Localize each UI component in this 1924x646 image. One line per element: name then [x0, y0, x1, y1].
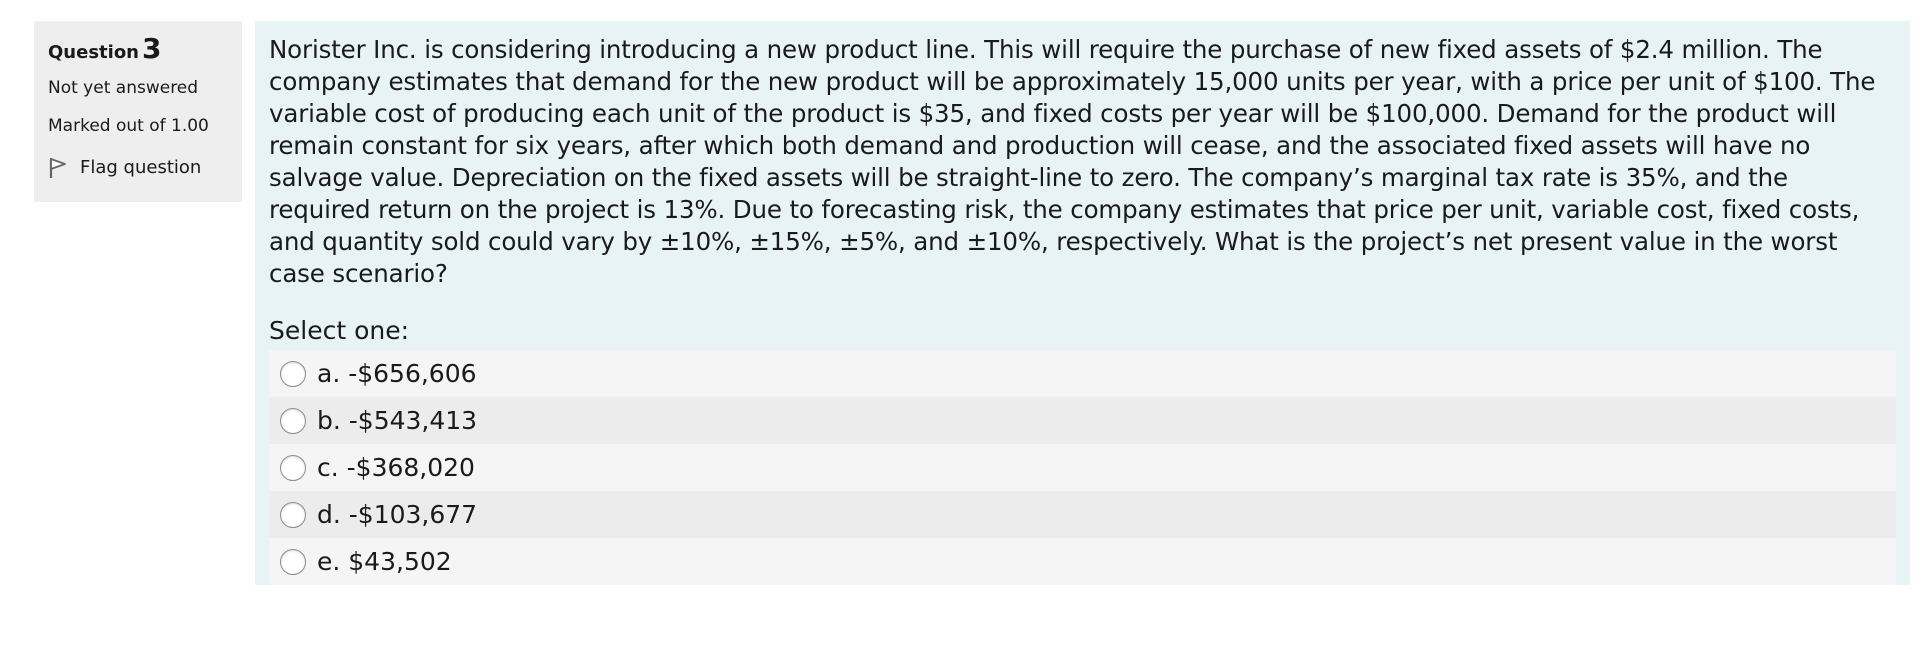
flag-question-label: Flag question: [80, 157, 202, 178]
question-label: Question: [48, 42, 139, 63]
radio-unchecked-icon[interactable]: [280, 501, 306, 528]
question-number: Question 3: [48, 35, 242, 67]
flag-question-button[interactable]: Flag question: [48, 157, 242, 179]
radio-unchecked-icon[interactable]: [280, 454, 306, 481]
radio-unchecked-icon[interactable]: [280, 407, 306, 434]
question-state: Not yet answered: [48, 78, 199, 98]
radio-unchecked-icon[interactable]: [280, 548, 306, 575]
question-content: Norister Inc. is considering introducing…: [255, 21, 1910, 585]
radio-unchecked-icon[interactable]: [280, 360, 306, 387]
answer-list: a. -$656,606 b. -$543,413 c. -$368,020 d…: [269, 350, 1896, 585]
answer-option-e[interactable]: e. $43,502: [269, 538, 1896, 585]
answer-option-c[interactable]: c. -$368,020: [269, 444, 1896, 491]
answer-option-a[interactable]: a. -$656,606: [269, 350, 1896, 397]
answer-label[interactable]: d. -$103,677: [317, 500, 477, 529]
answer-label[interactable]: a. -$656,606: [317, 359, 477, 388]
answer-label[interactable]: e. $43,502: [317, 547, 452, 576]
select-one-prompt: Select one:: [269, 316, 410, 345]
question-info-panel: Question 3 Not yet answered Marked out of…: [34, 21, 242, 202]
flag-icon: [49, 158, 66, 178]
question-number-value: 3: [142, 32, 162, 65]
answer-option-b[interactable]: b. -$543,413: [269, 397, 1896, 444]
answer-option-d[interactable]: d. -$103,677: [269, 491, 1896, 538]
question-text: Norister Inc. is considering introducing…: [269, 35, 1876, 288]
answer-label[interactable]: c. -$368,020: [317, 453, 475, 482]
answer-label[interactable]: b. -$543,413: [317, 406, 477, 435]
question-grade: Marked out of 1.00: [48, 116, 209, 136]
